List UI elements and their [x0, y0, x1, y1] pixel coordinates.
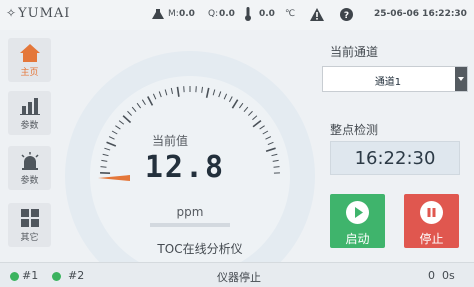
instrument-name: TOC在线分析仪	[157, 242, 243, 256]
flask-icon	[152, 9, 164, 19]
channel-1-indicator	[10, 272, 19, 281]
m-label: M:	[168, 9, 179, 19]
q-value: 0.0	[219, 9, 235, 19]
start-button[interactable]: 启动	[330, 194, 385, 248]
logo-mark-icon: ✧	[6, 6, 18, 20]
nav-label: 参数	[20, 176, 39, 186]
nav-alarm-params[interactable]: 参数	[8, 146, 51, 190]
gauge-tick	[273, 166, 280, 168]
datetime: 25-06-06 16:22:30	[374, 9, 467, 19]
logo-text: YUMAI	[18, 6, 71, 21]
alarm-icon	[21, 152, 39, 170]
channel-select[interactable]: 通道1	[322, 66, 468, 92]
elapsed-time: 0s	[442, 269, 455, 282]
gauge-tick	[100, 166, 107, 168]
temp-unit: ℃	[285, 9, 296, 19]
help-icon[interactable]: ?	[340, 8, 353, 21]
run-count: 0	[428, 269, 435, 282]
nav-label: 主页	[20, 68, 39, 78]
start-label: 启动	[345, 232, 370, 246]
temp-value: 0.0	[259, 9, 275, 19]
warning-icon[interactable]	[310, 8, 324, 21]
instrument-state: 仪器停止	[217, 271, 261, 284]
pause-icon	[420, 201, 443, 224]
hourly-check-time: 16:22:30	[330, 141, 460, 175]
brand-logo: ✧YUMAI	[6, 6, 70, 21]
channel-2-label: #2	[68, 269, 85, 282]
status-bar: #1 #2 仪器停止 0 0s	[0, 262, 474, 287]
hourly-check-label: 整点检测	[330, 123, 379, 137]
channel-2-indicator	[52, 272, 61, 281]
nav-home[interactable]: 主页	[8, 38, 51, 82]
channel-value: 通道1	[374, 77, 402, 88]
grid-icon	[21, 209, 39, 227]
channel-label: 当前通道	[330, 45, 379, 59]
stop-label: 停止	[419, 232, 444, 246]
unit-divider	[150, 223, 230, 227]
unit-label: ppm	[176, 205, 204, 219]
bar-chart-icon	[20, 98, 40, 115]
svg-text:?: ?	[344, 11, 349, 21]
top-bar: ✧YUMAI M: 0.0 Q: 0.0 0.0 ℃ ? 25-06-06 16…	[0, 0, 474, 30]
nav-params[interactable]: 参数	[8, 91, 51, 135]
current-value-label: 当前值	[151, 134, 188, 148]
chevron-down-icon[interactable]	[455, 67, 467, 91]
m-value: 0.0	[179, 9, 195, 19]
thermometer-icon	[245, 7, 251, 21]
play-icon	[346, 201, 369, 224]
stop-button[interactable]: 停止	[404, 194, 459, 248]
home-icon	[20, 44, 40, 62]
nav-label: 其它	[20, 233, 39, 243]
nav-other[interactable]: 其它	[8, 203, 51, 247]
q-label: Q:	[208, 9, 219, 19]
nav-label: 参数	[20, 121, 39, 131]
current-value: 12.8	[144, 150, 226, 185]
channel-1-label: #1	[22, 269, 39, 282]
